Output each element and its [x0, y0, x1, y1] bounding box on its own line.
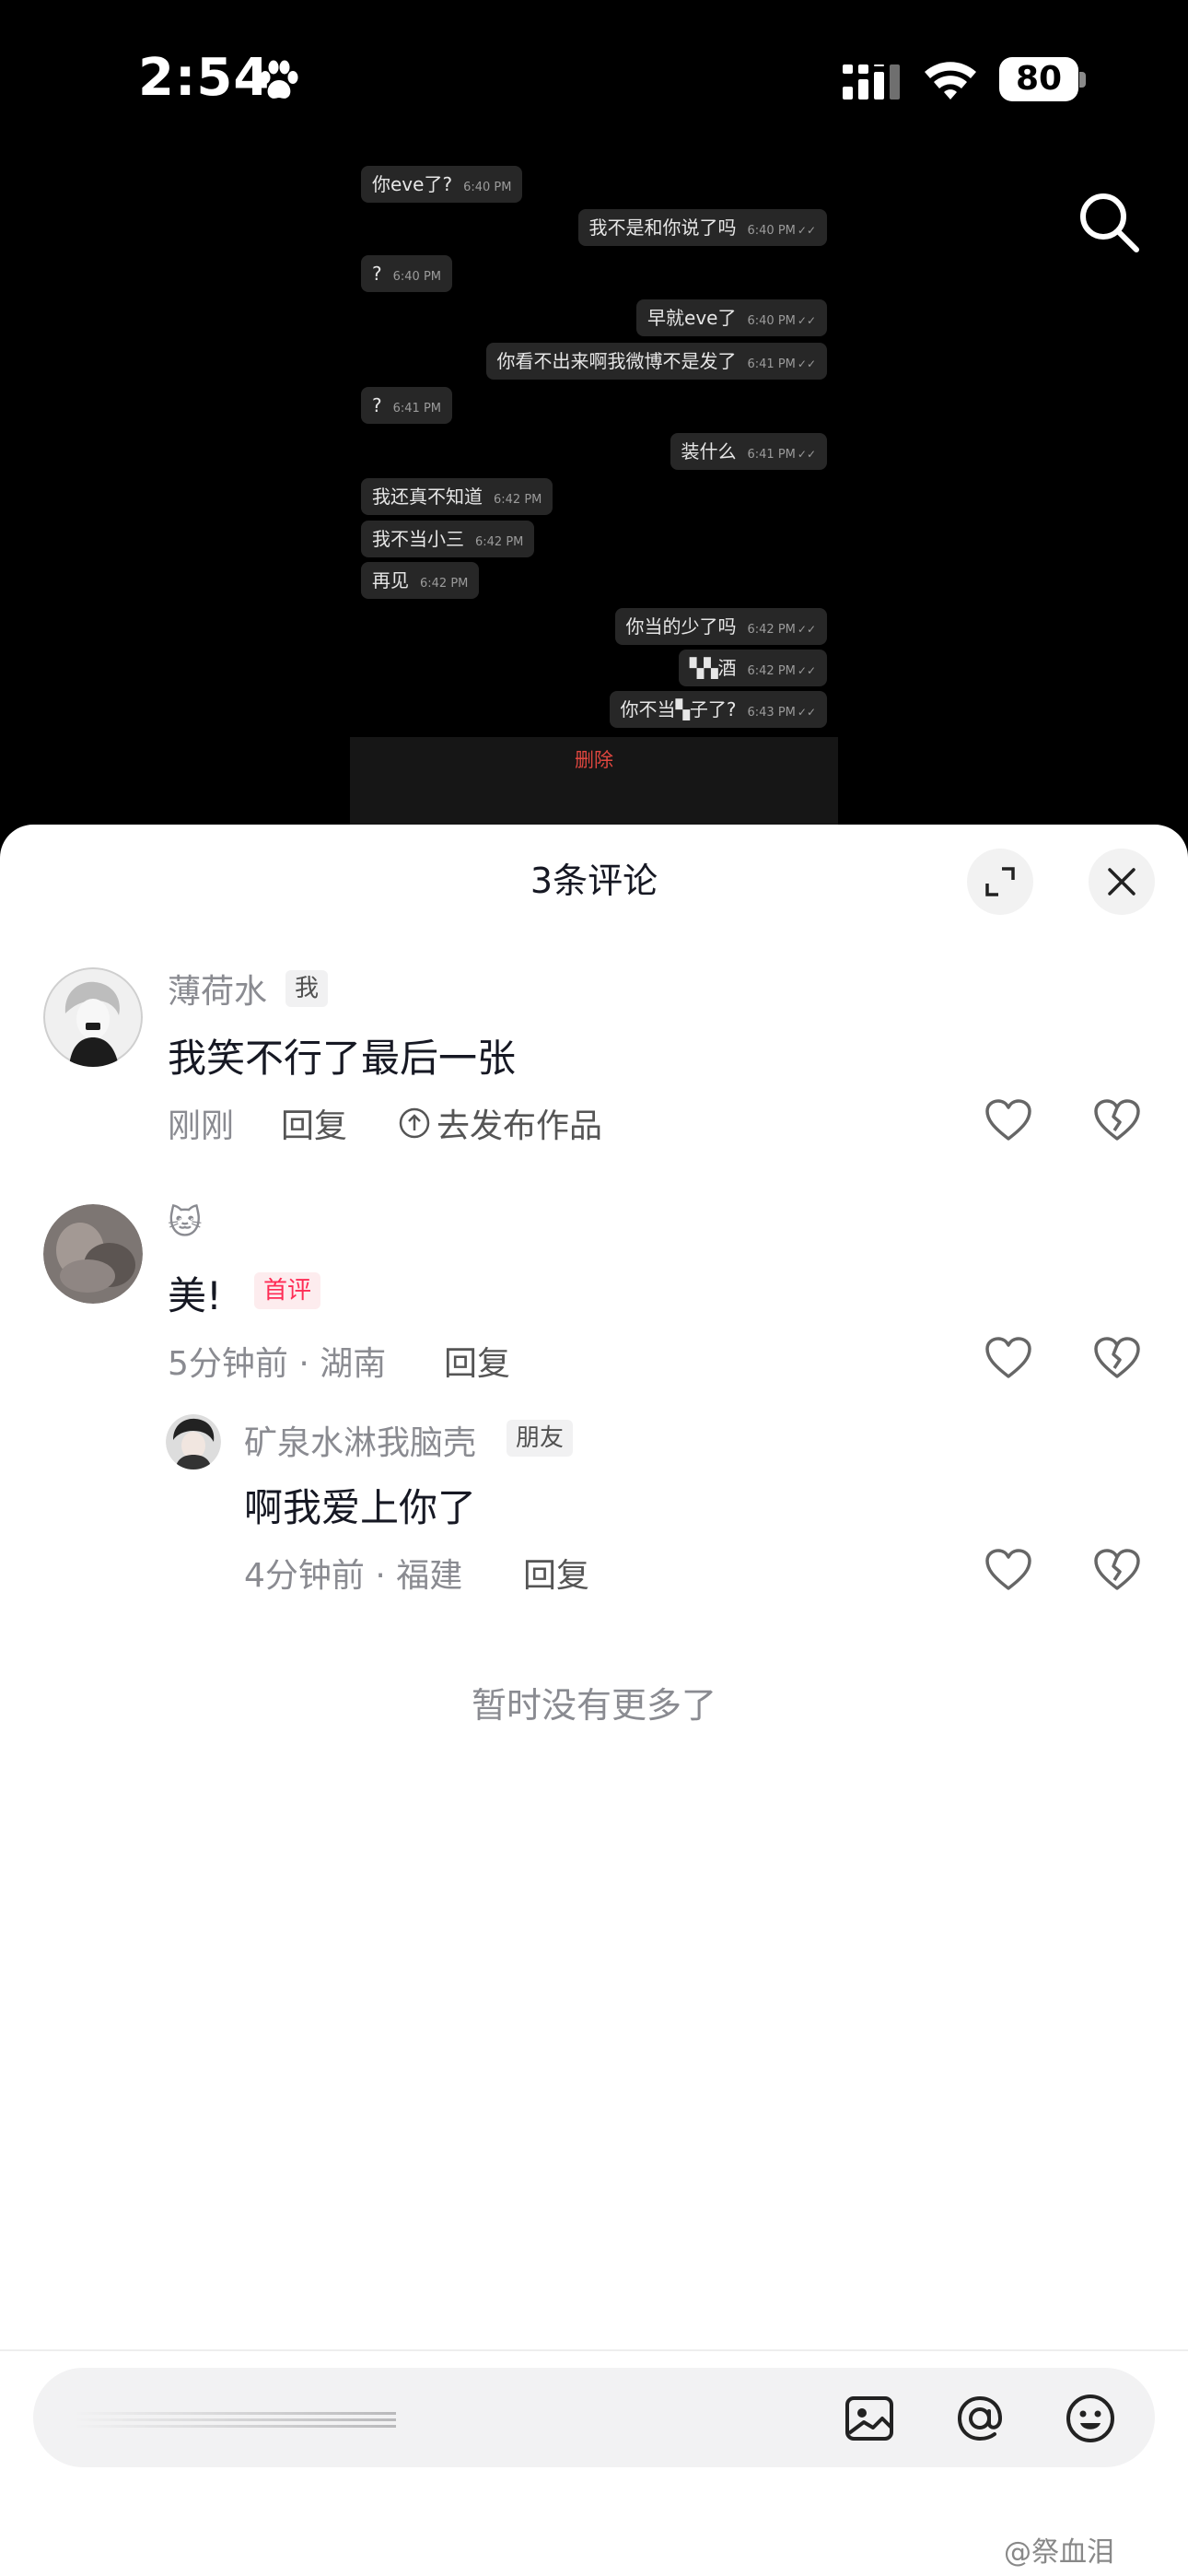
publish-work-label: 去发布作品	[437, 1107, 603, 1145]
like-heart-icon[interactable]	[985, 1549, 1031, 1591]
author-tag: 我	[285, 970, 329, 1007]
avatar[interactable]	[43, 1204, 143, 1304]
battery-indicator: 80	[999, 57, 1078, 101]
dislike-broken-heart-icon[interactable]	[1094, 1549, 1140, 1591]
chat-message: 你eve了? 6:40 PM	[361, 166, 523, 203]
chat-message: 你看不出来啊我微博不是发了 6:41 PM ✓✓	[485, 343, 827, 380]
battery-tip	[1079, 72, 1086, 88]
comment-text: 我笑不行了最后一张	[168, 1036, 517, 1081]
signal-icon	[843, 64, 900, 100]
input-placeholder-blur	[74, 2412, 396, 2428]
reply-button[interactable]: 回复	[523, 1549, 589, 1597]
comment-time: 4分钟前 · 福建	[244, 1557, 463, 1595]
status-time: 2:54	[138, 48, 271, 108]
chat-message: 我还真不知道 6:42 PM	[361, 478, 553, 515]
chat-message: 你当的少了吗 6:42 PM ✓✓	[614, 608, 827, 645]
dislike-broken-heart-icon[interactable]	[1094, 1099, 1140, 1142]
chat-message: 我不是和你说了吗 6:40 PM ✓✓	[577, 209, 827, 246]
expand-button[interactable]	[967, 849, 1033, 915]
wifi-icon	[925, 62, 976, 100]
comment-username[interactable]: 🐱	[168, 1204, 203, 1242]
search-icon[interactable]	[1076, 189, 1142, 255]
avatar[interactable]	[43, 967, 143, 1067]
no-more-comments-note: 暂时没有更多了	[471, 1685, 716, 1726]
comment-text: 美!	[168, 1273, 222, 1318]
divider	[0, 2349, 1188, 2351]
comment-time: 刚刚	[168, 1107, 235, 1145]
chat-message: 早就eve了 6:40 PM ✓✓	[636, 299, 827, 336]
comment-time: 5分钟前 · 湖南	[168, 1345, 387, 1383]
like-heart-icon[interactable]	[985, 1337, 1031, 1379]
upload-icon	[399, 1107, 430, 1139]
expand-icon	[985, 867, 1015, 896]
comment-text: 啊我爱上你了	[244, 1485, 477, 1530]
comment-username[interactable]: 薄荷水	[168, 965, 267, 1013]
publish-work-button[interactable]: 去发布作品	[398, 1099, 602, 1147]
chat-screenshot-image[interactable]: 你eve了? 6:40 PM 我不是和你说了吗 6:40 PM ✓✓ ? 6:40 PM…	[350, 161, 838, 825]
dislike-broken-heart-icon[interactable]	[1094, 1337, 1140, 1379]
first-comment-badge: 首评	[254, 1272, 321, 1309]
like-heart-icon[interactable]	[985, 1099, 1031, 1142]
watermark: @祭血泪	[1004, 2536, 1114, 2569]
reply-button[interactable]: 回复	[444, 1337, 510, 1385]
chat-message: ? 6:41 PM	[361, 387, 453, 424]
comment-username[interactable]: 矿泉水淋我脑壳	[244, 1416, 476, 1464]
delete-label: 删除	[575, 749, 613, 771]
friend-tag: 朋友	[507, 1420, 574, 1457]
at-mention-icon[interactable]	[952, 2391, 1007, 2446]
chat-message: 再见 6:42 PM	[361, 562, 480, 599]
close-icon	[1108, 868, 1136, 896]
comment-input[interactable]	[33, 2368, 1155, 2467]
close-button[interactable]	[1089, 849, 1155, 915]
chat-message: ? 6:40 PM	[361, 255, 453, 292]
paw-icon	[260, 60, 298, 99]
chat-message: ▚▚酒 6:42 PM ✓✓	[678, 650, 827, 686]
avatar[interactable]	[166, 1414, 221, 1469]
chat-message: 你不当▚子了? 6:43 PM ✓✓	[609, 691, 827, 728]
emoji-icon[interactable]	[1063, 2391, 1118, 2446]
image-icon[interactable]	[842, 2391, 897, 2446]
comment-sheet: 3条评论 薄荷水 我 我笑不行了最后一张 刚刚 回复 去发布作品 🐱 美! 首评…	[0, 825, 1188, 2576]
chat-message: 我不当小三 6:42 PM	[361, 521, 535, 557]
reply-button[interactable]: 回复	[281, 1099, 347, 1147]
chat-message: 装什么 6:41 PM ✓✓	[670, 433, 827, 470]
